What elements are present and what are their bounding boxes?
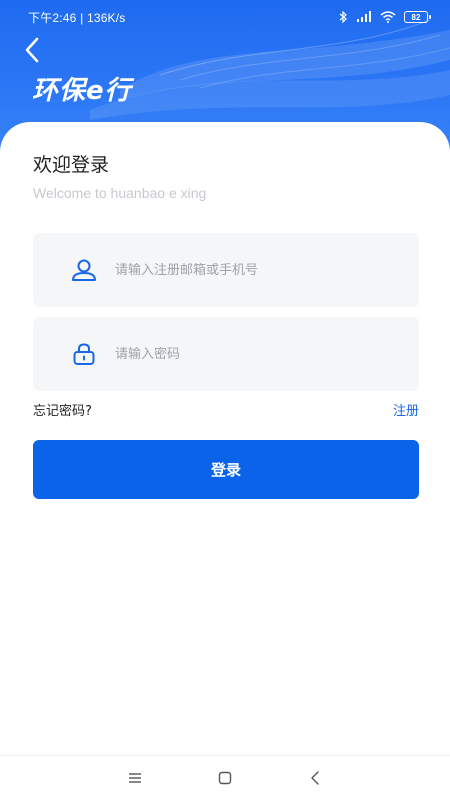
password-field[interactable] xyxy=(33,317,419,391)
page-subtitle: Welcome to huanbao e xing xyxy=(33,185,207,201)
status-bar: 下午2:46 | 136K/s 82 xyxy=(0,0,450,34)
page-title: 欢迎登录 xyxy=(33,154,110,176)
back-icon xyxy=(311,771,319,785)
menu-button[interactable] xyxy=(120,763,150,793)
chevron-left-icon xyxy=(25,37,39,63)
wifi-icon xyxy=(380,11,396,23)
home-button[interactable] xyxy=(210,763,240,793)
home-icon xyxy=(218,771,232,785)
menu-icon xyxy=(129,773,141,783)
signal-icon xyxy=(356,11,372,23)
user-icon xyxy=(71,257,97,283)
login-button[interactable]: 登录 xyxy=(33,440,419,499)
forgot-password-link[interactable]: 忘记密码? xyxy=(33,400,92,419)
app-logo: 环保e行 xyxy=(32,76,132,106)
password-input[interactable] xyxy=(115,346,375,362)
bluetooth-icon xyxy=(339,11,348,23)
lock-icon xyxy=(71,341,97,367)
register-link[interactable]: 注册 xyxy=(393,400,419,419)
nav-back-button[interactable] xyxy=(300,763,330,793)
battery-icon: 82 xyxy=(404,11,431,23)
account-field[interactable] xyxy=(33,233,419,307)
account-input[interactable] xyxy=(115,262,375,278)
back-button[interactable] xyxy=(18,36,46,64)
status-time: 下午2:46 | 136K/s xyxy=(28,10,126,25)
system-nav-bar xyxy=(0,755,450,800)
status-icons: 82 xyxy=(339,11,431,23)
